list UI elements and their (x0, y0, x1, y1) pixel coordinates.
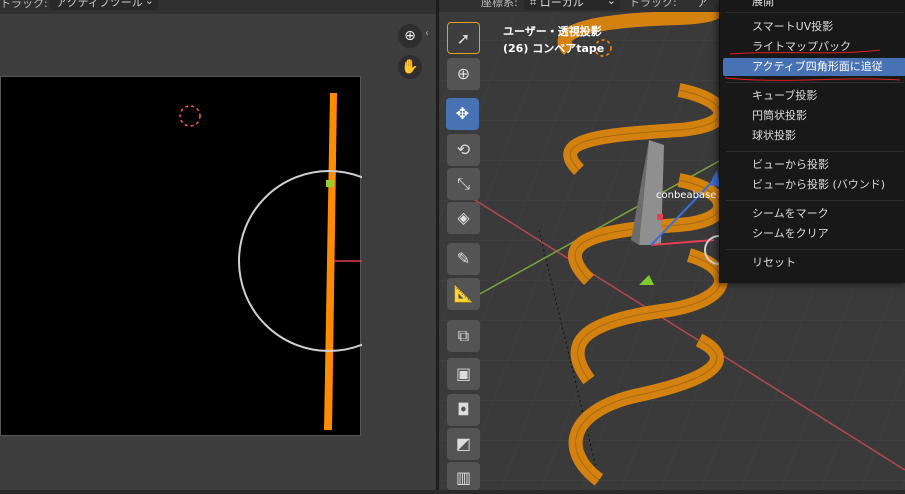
pencil-icon: ✎ (456, 249, 471, 268)
uv-editor-header: トラック: アクティブツール ⌄ (0, 0, 437, 14)
ruler-icon: 📐 (453, 284, 474, 303)
menu-item-project-from-view[interactable]: ビューから投影 (720, 156, 905, 174)
loop-cut-tool[interactable]: ▥ (447, 462, 480, 490)
measure-tool[interactable]: 📐 (447, 278, 480, 310)
cursor-icon: ⊕ (456, 64, 471, 83)
select-box-tool[interactable]: ➚ (447, 22, 480, 54)
move-tool[interactable]: ✥ (446, 98, 479, 130)
loop-cut-icon: ▥ (455, 468, 472, 487)
collapse-arrow-icon[interactable]: ‹ (425, 28, 429, 39)
track-label: トラック: (0, 0, 48, 10)
menu-item-cylinder-projection[interactable]: 円筒状投影 (720, 107, 905, 125)
inset-tool[interactable]: ◘ (447, 394, 480, 426)
object-label: (26) コンベアtape (503, 42, 605, 55)
chevron-down-icon: ⌄ (144, 0, 154, 7)
uv-vertex-green (326, 180, 334, 187)
add-cube-icon: ⧉ (457, 326, 470, 345)
track-dropdown[interactable]: アクティブツール ⌄ (50, 0, 158, 10)
track-value-3d[interactable]: ア (697, 0, 708, 10)
add-cube-tool[interactable]: ⧉ (447, 320, 480, 352)
extrude-icon: ▣ (455, 364, 472, 383)
extrude-tool[interactable]: ▣ (447, 358, 480, 390)
gizmo-x-handle (657, 214, 663, 220)
menu-item-clear-seam[interactable]: シームをクリア (720, 225, 905, 243)
transform-tool[interactable]: ◈ (447, 202, 480, 234)
menu-item-reset[interactable]: リセット (720, 254, 905, 272)
move-arrows-icon: ✥ (455, 104, 470, 123)
menu-item-unwrap[interactable]: 展開 (720, 0, 905, 11)
view-title: ユーザー・透視投影 (503, 25, 602, 38)
uv-canvas[interactable] (0, 76, 362, 436)
bevel-tool[interactable]: ◩ (447, 428, 480, 460)
menu-item-cube-projection[interactable]: キューブ投影 (720, 87, 905, 105)
2d-cursor-icon (179, 105, 201, 127)
scale-tool[interactable]: ⤡ (447, 168, 480, 200)
uv-canvas-drawing (179, 93, 362, 430)
annotate-tool[interactable]: ✎ (447, 243, 480, 275)
menu-item-smart-uv[interactable]: スマートUV投影 (720, 18, 905, 36)
scale-icon: ⤡ (457, 174, 470, 193)
track-dropdown-value: アクティブツール (56, 0, 143, 9)
coord-label: 座標系: (481, 0, 518, 9)
rotate-icon: ⟲ (456, 140, 471, 159)
menu-item-project-from-view-bounds[interactable]: ビューから投影 (バウンド) (720, 176, 905, 194)
coord-dropdown[interactable]: ⌗ ローカル ⌄ (524, 0, 620, 10)
mesh-name-label: conbeabase (656, 190, 717, 201)
bevel-icon: ◩ (455, 434, 472, 453)
hand-icon[interactable]: ✋ (398, 55, 422, 79)
track-label-3d: トラック: (629, 0, 677, 9)
cursor-tool[interactable]: ⊕ (447, 58, 480, 90)
menu-item-sphere-projection[interactable]: 球状投影 (720, 127, 905, 145)
coord-value: ローカル (539, 0, 584, 9)
select-cursor-icon: ➚ (456, 29, 471, 48)
zoom-icon[interactable]: ⊕ (398, 24, 422, 48)
rotate-tool[interactable]: ⟲ (447, 134, 480, 166)
transform-icon: ◈ (457, 208, 470, 227)
uv-unwrap-menu: 展開 スマートUV投影 ライトマップパック アクティブ四角形面に追従 キューブ投… (719, 0, 905, 283)
transform-orientation-icon: ⌗ (530, 0, 540, 9)
menu-item-mark-seam[interactable]: シームをマーク (720, 205, 905, 223)
inset-icon: ◘ (457, 400, 470, 419)
chevron-down-icon: ⌄ (606, 0, 616, 7)
